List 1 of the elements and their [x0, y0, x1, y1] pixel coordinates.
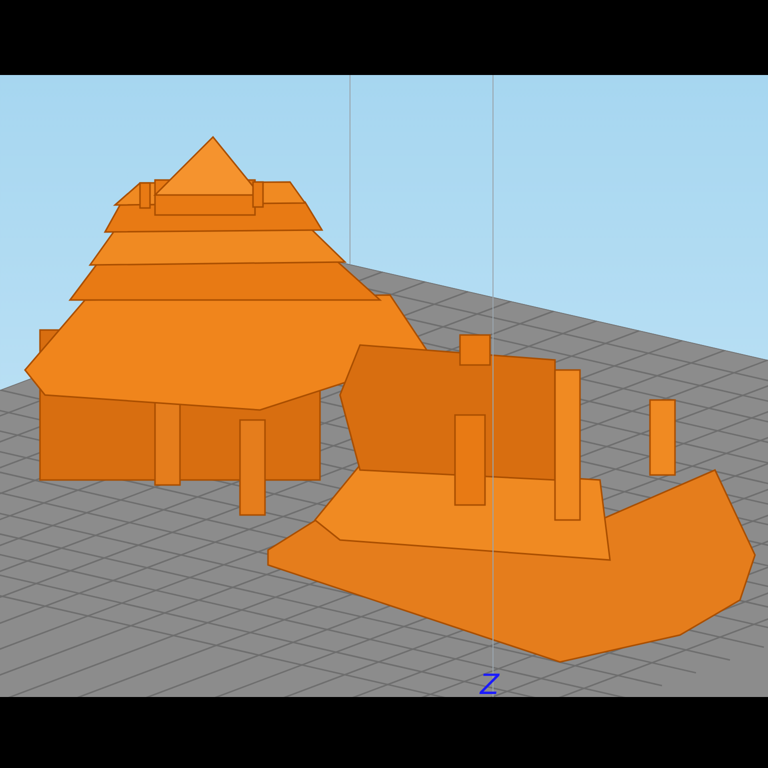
axis-label: Z — [480, 668, 500, 697]
